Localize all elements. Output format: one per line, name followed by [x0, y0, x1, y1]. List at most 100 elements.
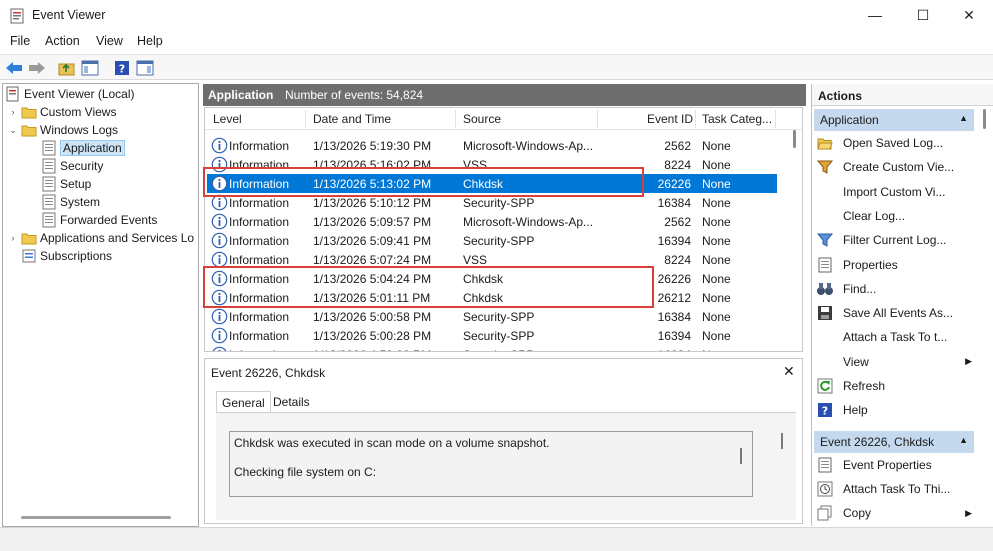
action-label: Attach Task To Thi... [843, 482, 951, 496]
status-bar [0, 527, 993, 551]
cell-level: Information [229, 310, 290, 324]
tree-item-windows-logs[interactable]: ⌄ Windows Logs [7, 121, 118, 139]
tab-details[interactable]: Details [268, 391, 315, 413]
action-help[interactable]: ? Help [816, 399, 976, 421]
log-icon [41, 194, 57, 210]
cell-date-time: 1/13/2026 5:07:24 PM [313, 253, 432, 267]
log-icon [41, 176, 57, 192]
action-import-custom-vi[interactable]: Import Custom Vi... [816, 181, 976, 203]
detail-scrollbar[interactable] [781, 433, 783, 449]
table-row[interactable]: Information 1/13/2026 5:19:30 PM Microsoft… [207, 136, 777, 155]
blank-icon [816, 183, 834, 201]
tree-item-application[interactable]: Application [41, 139, 125, 157]
column-source[interactable]: Source [463, 112, 501, 126]
actions-section-event[interactable]: Event 26226, Chkdsk ▲ [814, 431, 974, 453]
action-clear-log[interactable]: Clear Log... [816, 205, 976, 227]
menu-action[interactable]: Action [45, 34, 80, 48]
tree-item-security[interactable]: Security [41, 157, 103, 175]
tree-item-setup[interactable]: Setup [41, 175, 91, 193]
actions-section-application[interactable]: Application ▲ [814, 109, 974, 131]
chevron-right-icon[interactable]: › [7, 233, 19, 243]
tree-horizontal-scrollbar[interactable] [21, 516, 171, 519]
action-create-custom-vie[interactable]: Create Custom Vie... [816, 156, 976, 178]
tree-item-event-viewer-local[interactable]: Event Viewer (Local) [5, 85, 135, 103]
folder-icon [21, 104, 37, 120]
column-divider[interactable] [305, 110, 306, 128]
show-hide-tree-icon[interactable] [80, 58, 100, 77]
up-folder-icon[interactable] [57, 58, 77, 77]
close-button[interactable]: ✕ [946, 0, 992, 30]
tree-item-label: Forwarded Events [60, 213, 158, 227]
subscriptions-icon [21, 248, 37, 264]
action-label: Save All Events As... [843, 306, 954, 321]
cell-task-category: None [702, 139, 731, 153]
action-attach-a-task-to-t[interactable]: Attach a Task To t... [816, 326, 976, 348]
column-level[interactable]: Level [213, 112, 242, 126]
actions-pane: Actions Application ▲ Open Saved Log... C… [811, 84, 993, 526]
chevron-down-icon[interactable]: ⌄ [7, 125, 19, 136]
column-divider[interactable] [597, 110, 598, 128]
properties-icon [816, 456, 834, 474]
actions-scrollbar[interactable] [983, 109, 986, 129]
action-filter-current-log[interactable]: Filter Current Log... [816, 229, 976, 251]
collapse-icon[interactable]: ▲ [959, 435, 968, 445]
maximize-button[interactable]: ☐ [900, 0, 946, 30]
cell-source: Microsoft-Windows-Ap... [463, 139, 594, 153]
action-attach-task-to-thi[interactable]: Attach Task To Thi... [816, 478, 976, 500]
table-row[interactable]: Information 1/13/2026 5:09:41 PM Security-… [207, 231, 777, 250]
event-message[interactable]: Chkdsk was executed in scan mode on a vo… [229, 431, 753, 497]
forward-icon[interactable] [27, 58, 47, 77]
tree-item-forwarded-events[interactable]: Forwarded Events [41, 211, 157, 229]
action-find[interactable]: Find... [816, 278, 976, 300]
table-row[interactable]: Information 1/13/2026 5:00:58 PM Security-… [207, 307, 777, 326]
column-event-id[interactable]: Event ID [647, 112, 693, 126]
properties-icon [816, 256, 834, 274]
minimize-button[interactable]: — [852, 0, 898, 30]
column-task-category[interactable]: Task Categ... [702, 112, 772, 126]
filter-create-icon [816, 158, 834, 176]
tree-item-applications-and-services[interactable]: › Applications and Services Lo [7, 229, 195, 247]
refresh-icon [816, 377, 834, 395]
column-divider[interactable] [775, 110, 776, 128]
table-row[interactable]: Information 1/13/2026 5:00:28 PM Security-… [207, 326, 777, 345]
menu-help[interactable]: Help [137, 34, 163, 48]
action-label: Create Custom Vie... [843, 160, 955, 175]
action-open-saved-log[interactable]: Open Saved Log... [816, 132, 976, 154]
table-row[interactable]: Information 1/13/2026 4:59:09 PM Security-… [207, 345, 777, 351]
cell-source: Microsoft-Windows-Ap... [463, 215, 594, 229]
menu-file[interactable]: File [10, 34, 30, 48]
detail-title: Event 26226, Chkdsk [211, 366, 326, 380]
column-divider[interactable] [455, 110, 456, 128]
tab-general[interactable]: General [216, 391, 271, 413]
cell-level: Information [229, 348, 289, 351]
show-hide-action-pane-icon[interactable] [135, 58, 155, 77]
back-icon[interactable] [4, 58, 24, 77]
action-properties[interactable]: Properties [816, 254, 976, 276]
action-refresh[interactable]: Refresh [816, 375, 976, 397]
chevron-right-icon[interactable]: › [7, 107, 19, 117]
collapse-icon[interactable]: ▲ [959, 113, 968, 123]
help-icon[interactable]: ? [112, 58, 132, 77]
information-icon [211, 346, 228, 351]
tree-item-label: Event Viewer (Local) [24, 87, 135, 101]
column-divider[interactable] [695, 110, 696, 128]
general-tab-body: Chkdsk was executed in scan mode on a vo… [216, 412, 796, 520]
svg-text:?: ? [822, 405, 828, 418]
folder-icon [21, 230, 37, 246]
table-row[interactable]: Information 1/13/2026 5:09:57 PM Microsoft… [207, 212, 777, 231]
tree-item-subscriptions[interactable]: Subscriptions [21, 247, 112, 265]
tree-item-custom-views[interactable]: › Custom Views [7, 103, 117, 121]
cell-task-category: None [702, 291, 731, 305]
message-scrollbar[interactable] [740, 448, 742, 464]
cell-level: Information [229, 196, 290, 210]
menu-view[interactable]: View [96, 34, 123, 48]
action-view[interactable]: View ▶ [816, 351, 976, 373]
column-date-time[interactable]: Date and Time [313, 112, 391, 126]
action-event-properties[interactable]: Event Properties [816, 454, 976, 476]
cell-task-category: None [702, 272, 731, 286]
action-save-all-events-as[interactable]: Save All Events As... [816, 302, 976, 324]
tree-item-system[interactable]: System [41, 193, 100, 211]
close-detail-button[interactable]: ✕ [783, 363, 795, 380]
table-vertical-scrollbar[interactable] [793, 130, 796, 148]
action-copy[interactable]: Copy ▶ [816, 502, 976, 524]
